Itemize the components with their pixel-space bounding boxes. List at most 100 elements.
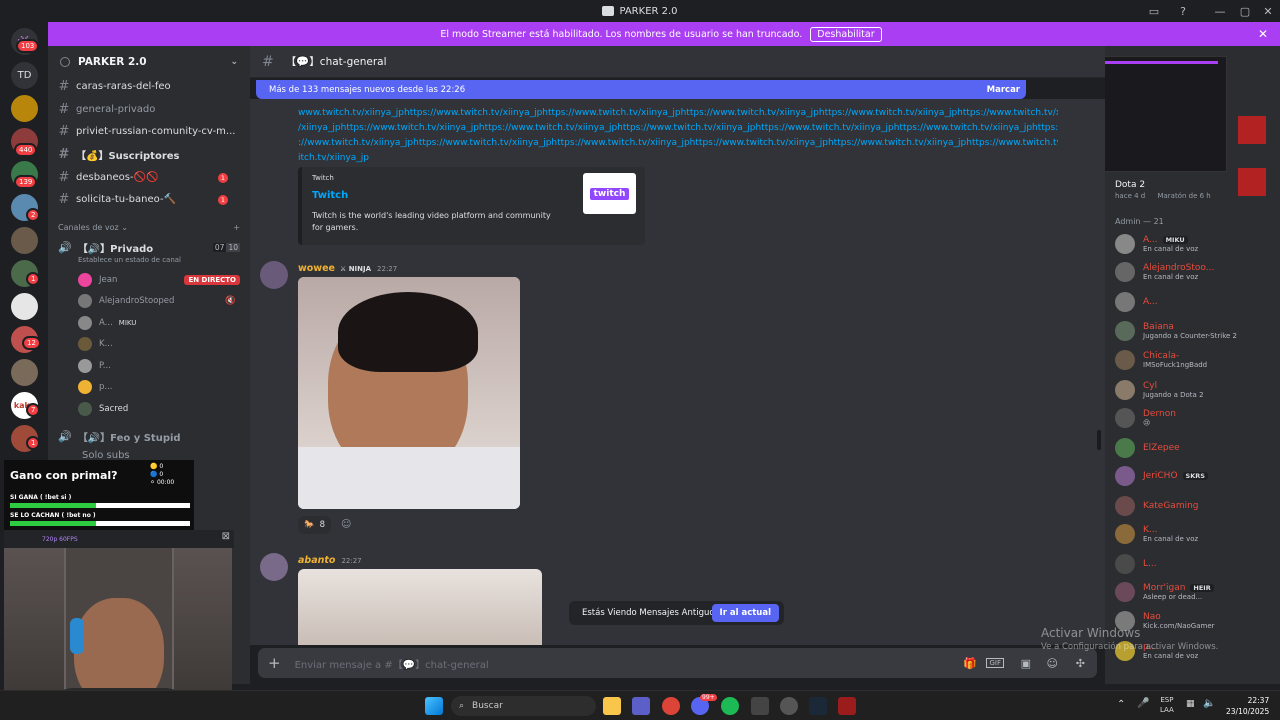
avatar[interactable]	[260, 553, 288, 581]
spotify-icon[interactable]	[721, 697, 739, 715]
chrome-icon[interactable]	[662, 697, 680, 715]
sticker-icon[interactable]: ▣	[1021, 657, 1031, 670]
apps-icon[interactable]: ✣	[1076, 657, 1085, 670]
member-row[interactable]: AlejandroStoo... En canal de voz	[1115, 262, 1214, 282]
member-name: L...	[1143, 559, 1157, 569]
channel-item[interactable]: # 【💰】Suscriptores	[58, 147, 180, 162]
app-icon[interactable]	[751, 697, 769, 715]
message-image[interactable]	[298, 569, 542, 645]
author-name[interactable]: abanto	[298, 555, 335, 566]
message-link[interactable]: itch.tv/xiinya_jp	[298, 151, 1058, 166]
server-icon[interactable]	[11, 95, 38, 122]
mark-read-button[interactable]: Marcar	[987, 85, 1020, 95]
maximize-button[interactable]: ▢	[1233, 0, 1257, 22]
voice-user[interactable]: K...	[78, 337, 113, 351]
voice-user[interactable]: Jean EN DIRECTO	[78, 273, 240, 287]
teams-icon[interactable]	[632, 697, 650, 715]
volume-icon[interactable]: 🔈	[1203, 698, 1215, 709]
new-messages-bar[interactable]: Más de 133 mensajes nuevos desde las 22:…	[256, 80, 1026, 99]
language-indicator[interactable]: ESP LAA	[1160, 695, 1174, 715]
reaction[interactable]: 🐎 8	[298, 516, 332, 534]
voice-channel[interactable]: 🔊 【🔊】Privado 07 10	[58, 240, 240, 255]
channel-item[interactable]: # general-privado	[58, 102, 156, 117]
chevron-down-icon[interactable]: ⌄	[230, 57, 238, 67]
voice-channel[interactable]: 🔊 【🔊】Feo y Stupid	[58, 429, 181, 444]
voice-user[interactable]: p...	[78, 380, 113, 394]
member-name: Baiana	[1143, 322, 1174, 332]
dota-taskbar-icon[interactable]	[838, 697, 856, 715]
voice-user[interactable]: Sacred	[78, 402, 128, 416]
member-row[interactable]: L...	[1115, 554, 1157, 574]
message-composer[interactable]: + Enviar mensaje a #【💬】chat-general 🎁 GI…	[258, 648, 1097, 678]
voice-category-label: Canales de voz	[58, 223, 119, 232]
help-icon[interactable]: ?	[1171, 0, 1195, 22]
member-row[interactable]: K... En canal de voz	[1115, 524, 1198, 544]
voice-user[interactable]: P...	[78, 359, 111, 373]
bet-bar-no	[10, 521, 190, 526]
avatar	[78, 294, 92, 308]
member-name: A...	[1143, 297, 1158, 307]
emoji-icon[interactable]: ☺	[1047, 657, 1058, 670]
member-row[interactable]: Dernon 😢	[1115, 408, 1176, 428]
gif-icon[interactable]: GIF	[986, 658, 1004, 668]
member-row[interactable]: Baiana Jugando a Counter-Strike 2	[1115, 321, 1237, 341]
channel-item[interactable]: # priviet-russian-comunity-cv-m...	[58, 124, 236, 139]
message-input[interactable]: Enviar mensaje a #【💬】chat-general	[295, 656, 489, 671]
member-row[interactable]: Cyl Jugando a Dota 2	[1115, 380, 1204, 400]
network-icon[interactable]: ▦	[1186, 699, 1195, 709]
member-row[interactable]: A...	[1115, 292, 1158, 312]
message-link[interactable]: www.twitch.tv/xiinya_jphttps://www.twitc…	[298, 106, 1058, 121]
new-messages-text: Más de 133 mensajes nuevos desde las 22:…	[269, 84, 466, 95]
attach-icon[interactable]: +	[268, 654, 281, 672]
member-row[interactable]: Chicala- IMSoFuck1ngBadd	[1115, 350, 1207, 370]
steam-icon[interactable]	[809, 697, 827, 715]
server-badge: 7	[26, 403, 41, 417]
avatar[interactable]	[260, 261, 288, 289]
taskbar-search[interactable]: ⌕ Buscar	[451, 696, 596, 716]
gift-icon[interactable]: 🎁	[963, 657, 977, 670]
member-row[interactable]: ElZepee	[1115, 438, 1180, 458]
channel-item[interactable]: # solicita-tu-baneo-🔨 1	[58, 192, 240, 207]
add-reaction-icon[interactable]: ☺	[341, 519, 351, 530]
member-row[interactable]: KateGaming	[1115, 496, 1199, 516]
channel-item[interactable]: # desbaneos-🚫🚫 1	[58, 170, 240, 185]
voice-user[interactable]: AlejandroStooped 🔇	[78, 294, 240, 308]
avatar	[1115, 262, 1135, 282]
close-icon[interactable]: ⊠	[222, 531, 230, 542]
clock[interactable]: 22:37 23/10/2025	[1226, 695, 1269, 717]
server-td[interactable]: TD	[11, 62, 38, 89]
voice-count: 07 10	[212, 243, 240, 252]
app-icon[interactable]	[780, 697, 798, 715]
inbox-icon[interactable]: ▭	[1142, 0, 1166, 22]
start-icon[interactable]	[425, 697, 443, 715]
mic-icon[interactable]: 🎤	[1137, 698, 1149, 709]
avatar	[1115, 234, 1135, 254]
scrollbar-thumb[interactable]	[1097, 430, 1101, 450]
close-window-button[interactable]: ✕	[1256, 0, 1280, 22]
tray-chevron-icon[interactable]: ⌃	[1117, 699, 1125, 710]
server-header[interactable]: PARKER 2.0 ⌄	[48, 46, 250, 78]
channel-item[interactable]: # caras-raras-del-feo	[58, 79, 171, 94]
member-row[interactable]: Morr'igan HEIR Asleep or dead...	[1115, 582, 1214, 602]
voice-category-header[interactable]: Canales de voz ⌄ +	[58, 223, 240, 232]
message-link[interactable]: /xiinya_jphttps://www.twitch.tv/xiinya_j…	[298, 121, 1058, 136]
stream-preview[interactable]	[1105, 56, 1227, 172]
server-icon[interactable]	[11, 293, 38, 320]
disable-streamer-button[interactable]: Deshabilitar	[810, 26, 882, 42]
server-icon[interactable]	[11, 359, 38, 386]
member-row[interactable]: A... MIKU En canal de voz	[1115, 234, 1198, 254]
jump-present-button[interactable]: Ir al actual	[711, 604, 779, 622]
minimize-button[interactable]: —	[1208, 0, 1232, 22]
message-link[interactable]: ://www.twitch.tv/xiinya_jphttps://www.tw…	[298, 136, 1058, 151]
embed-title[interactable]: Twitch	[312, 190, 348, 201]
close-banner-icon[interactable]: ✕	[1258, 27, 1268, 41]
member-row[interactable]: JeriCHO SKRS	[1115, 466, 1208, 486]
message-image[interactable]	[298, 277, 520, 509]
add-channel-icon[interactable]: +	[233, 223, 240, 232]
voice-user[interactable]: A... MIKU	[78, 316, 136, 330]
channel-status[interactable]: Establece un estado de canal	[78, 256, 181, 264]
server-icon[interactable]	[11, 227, 38, 254]
voice-user-name: A...	[99, 318, 113, 328]
author-name[interactable]: wowee	[298, 263, 335, 274]
file-explorer-icon[interactable]	[603, 697, 621, 715]
